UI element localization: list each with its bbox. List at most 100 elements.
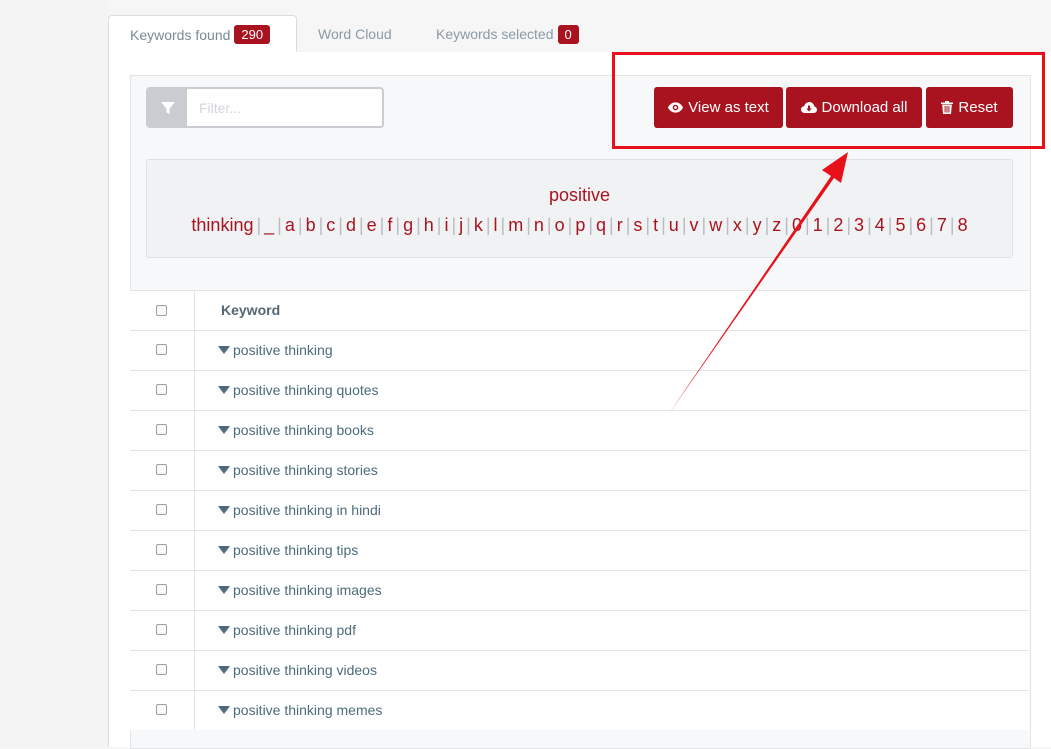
alphabet-link[interactable]: y: [753, 215, 762, 235]
alphabet-separator: |: [546, 215, 552, 235]
alphabet-link[interactable]: n: [534, 215, 544, 235]
alphabet-link[interactable]: 6: [916, 215, 926, 235]
alphabet-link[interactable]: e: [367, 215, 377, 235]
alphabet-link[interactable]: s: [633, 215, 642, 235]
row-checkbox[interactable]: [156, 704, 167, 715]
table-row: positive thinking in hindi: [130, 490, 1029, 530]
keyword-text: positive thinking in hindi: [233, 502, 381, 518]
alphabet-link[interactable]: p: [575, 215, 585, 235]
keyword-expand-link[interactable]: positive thinking images: [218, 582, 382, 598]
alphabet-link[interactable]: 3: [854, 215, 864, 235]
column-divider: [194, 451, 195, 490]
filter-input[interactable]: [187, 89, 382, 126]
tab-word-cloud-label: Word Cloud: [318, 26, 392, 42]
row-checkbox[interactable]: [156, 504, 167, 515]
alphabet-link[interactable]: i: [444, 215, 448, 235]
row-checkbox[interactable]: [156, 624, 167, 635]
alphabet-link[interactable]: 5: [895, 215, 905, 235]
keyword-expand-link[interactable]: positive thinking tips: [218, 542, 358, 558]
alphabet-link[interactable]: m: [508, 215, 523, 235]
filter-box: [146, 87, 384, 128]
column-divider: [194, 371, 195, 410]
row-checkbox[interactable]: [156, 544, 167, 555]
tab-word-cloud[interactable]: Word Cloud: [318, 16, 392, 52]
caret-down-icon: [218, 706, 230, 714]
alphabet-link[interactable]: o: [555, 215, 565, 235]
tab-keywords-found[interactable]: Keywords found 290: [108, 15, 297, 54]
keyword-text: positive thinking books: [233, 422, 374, 438]
row-checkbox[interactable]: [156, 344, 167, 355]
table-row: positive thinking memes: [130, 690, 1029, 730]
tab-keywords-selected-label: Keywords selected: [436, 26, 554, 42]
alphabet-link[interactable]: v: [690, 215, 699, 235]
caret-down-icon: [218, 506, 230, 514]
alphabet-link[interactable]: z: [772, 215, 781, 235]
keyword-expand-link[interactable]: positive thinking memes: [218, 702, 382, 718]
row-checkbox[interactable]: [156, 384, 167, 395]
alphabet-separator: |: [338, 215, 343, 235]
alphabet-link[interactable]: 1: [813, 215, 823, 235]
alphabet-link[interactable]: x: [733, 215, 742, 235]
keyword-expand-link[interactable]: positive thinking stories: [218, 462, 378, 478]
alphabet-link[interactable]: b: [306, 215, 316, 235]
keyword-text: positive thinking videos: [233, 662, 377, 678]
keyword-expand-link[interactable]: positive thinking quotes: [218, 382, 379, 398]
keyword-text: positive thinking quotes: [233, 382, 379, 398]
alphabet-link[interactable]: r: [617, 215, 623, 235]
alphabet-separator: |: [625, 215, 631, 235]
alphabet-link[interactable]: a: [285, 215, 295, 235]
alphabet-link[interactable]: h: [424, 215, 434, 235]
funnel-icon: [148, 89, 187, 126]
alphabet-link[interactable]: _: [264, 215, 274, 235]
alphabet-link[interactable]: 2: [833, 215, 843, 235]
alphabet-separator: |: [681, 215, 687, 235]
row-checkbox[interactable]: [156, 664, 167, 675]
row-checkbox[interactable]: [156, 464, 167, 475]
keywords-found-count-badge: 290: [234, 25, 271, 44]
keyword-expand-link[interactable]: positive thinking pdf: [218, 622, 356, 638]
alphabet-link[interactable]: w: [709, 215, 722, 235]
alphabet-link[interactable]: c: [326, 215, 335, 235]
annotation-highlight-box: [612, 52, 1045, 149]
row-checkbox[interactable]: [156, 424, 167, 435]
alphabet-filter: positive thinking | _ | a | b | c | d | e | f | g | h | i | j |…: [146, 159, 1013, 258]
alphabet-separator: |: [318, 215, 324, 235]
alphabet-link[interactable]: g: [403, 215, 413, 235]
alphabet-separator: |: [588, 215, 594, 235]
alphabet-link[interactable]: 8: [958, 215, 968, 235]
column-divider: [194, 291, 195, 330]
keyword-expand-link[interactable]: positive thinking in hindi: [218, 502, 381, 518]
alphabet-separator: |: [485, 215, 491, 235]
alphabet-link[interactable]: f: [387, 215, 392, 235]
keyword-column-header: Keyword: [221, 302, 281, 318]
keyword-expand-link[interactable]: positive thinking books: [218, 422, 374, 438]
alphabet-link[interactable]: 7: [937, 215, 947, 235]
alphabet-link[interactable]: q: [596, 215, 606, 235]
alphabet-separator: |: [645, 215, 651, 235]
alphabet-separator: |: [804, 215, 810, 235]
alphabet-separator: |: [358, 215, 364, 235]
select-all-checkbox[interactable]: [156, 305, 167, 316]
table-row: positive thinking quotes: [130, 370, 1029, 410]
alphabet-separator: |: [725, 215, 730, 235]
alphabet-separator: |: [744, 215, 750, 235]
alphabet-link[interactable]: 0: [792, 215, 802, 235]
alphabet-separator: |: [451, 215, 457, 235]
alphabet-link[interactable]: l: [494, 215, 498, 235]
keyword-expand-link[interactable]: positive thinking videos: [218, 662, 377, 678]
tab-keywords-selected[interactable]: Keywords selected 0: [436, 16, 579, 52]
alphabet-separator: |: [416, 215, 421, 235]
alphabet-separator: |: [526, 215, 531, 235]
alphabet-link[interactable]: k: [474, 215, 483, 235]
alphabet-link[interactable]: 4: [875, 215, 885, 235]
keyword-expand-link[interactable]: positive thinking: [218, 342, 333, 358]
alphabet-link[interactable]: t: [653, 215, 658, 235]
table-row: positive thinking books: [130, 410, 1029, 450]
alphabet-link[interactable]: d: [346, 215, 356, 235]
column-divider: [194, 531, 195, 570]
alphabet-link[interactable]: j: [459, 215, 463, 235]
row-checkbox[interactable]: [156, 584, 167, 595]
alphabet-separator: |: [436, 215, 442, 235]
alphabet-separator: |: [609, 215, 614, 235]
alphabet-link[interactable]: u: [669, 215, 679, 235]
